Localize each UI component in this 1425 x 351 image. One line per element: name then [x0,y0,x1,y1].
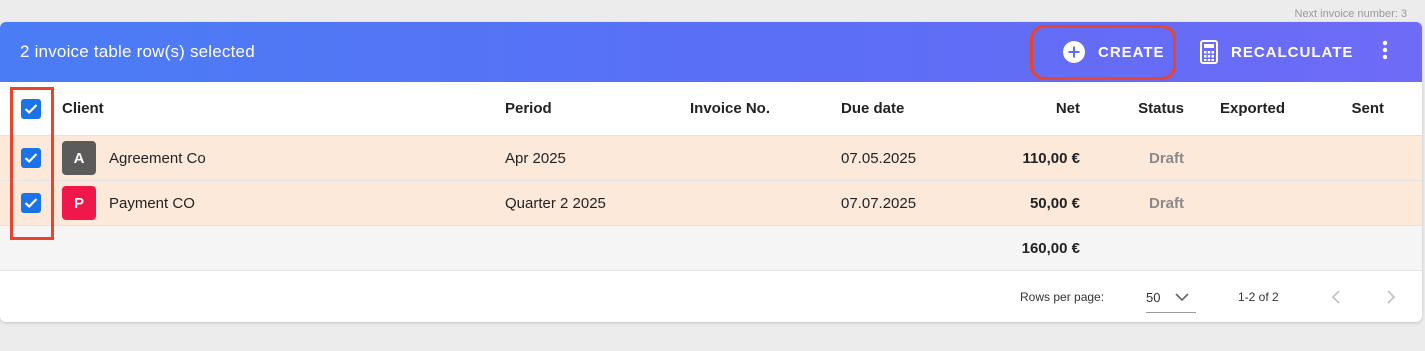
next-page-button[interactable] [1378,284,1404,310]
selection-count-text: 2 invoice table row(s) selected [20,42,255,61]
chevron-left-icon [1331,290,1340,304]
chevron-down-icon [1174,289,1190,308]
invoice-table-card: 2 invoice table row(s) selected CREATE R… [0,22,1422,322]
more-options-button[interactable] [1375,34,1395,70]
plus-circle-icon [1062,40,1086,64]
status-cell: Draft [1148,149,1184,167]
check-icon [24,153,38,164]
client-cell: A Agreement Co [62,136,206,180]
column-header-client[interactable]: Client [62,82,104,135]
pagination-footer: Rows per page: 50 1-2 of 2 [0,271,1422,322]
create-button-label: CREATE [1098,43,1165,61]
column-header-invoice-no[interactable]: Invoice No. [690,82,770,135]
total-net-cell: 160,00 € [1021,239,1080,257]
recalculate-button-label: RECALCULATE [1231,43,1354,61]
next-invoice-number: Next invoice number: 3 [1294,8,1408,20]
create-button[interactable]: CREATE [1062,34,1165,70]
client-avatar: A [62,141,96,175]
rows-per-page-label: Rows per page: [1020,290,1105,304]
sent-cell [1320,181,1384,225]
column-header-exported[interactable]: Exported [1220,82,1285,135]
selection-toolbar: 2 invoice table row(s) selected CREATE R… [0,22,1422,82]
pagination-range: 1-2 of 2 [1238,290,1279,304]
status-cell: Draft [1148,194,1184,212]
sent-cell [1320,136,1384,180]
column-header-period[interactable]: Period [505,82,552,135]
table-row[interactable]: A Agreement Co Apr 2025 07.05.2025 110,0… [0,136,1422,181]
row-checkbox[interactable] [21,148,41,168]
check-icon [24,104,38,115]
table-row[interactable]: P Payment CO Quarter 2 2025 07.07.2025 5… [0,181,1422,226]
previous-page-button[interactable] [1323,284,1349,310]
period-cell: Quarter 2 2025 [505,194,606,212]
client-cell: P Payment CO [62,181,195,225]
net-cell: 50,00 € [1029,194,1080,212]
calculator-icon [1199,40,1219,64]
select-all-checkbox[interactable] [21,99,41,119]
column-header-due-date[interactable]: Due date [841,82,904,135]
client-avatar: P [62,186,96,220]
period-cell: Apr 2025 [505,149,566,167]
row-checkbox[interactable] [21,193,41,213]
table-total-row: 160,00 € [0,226,1422,271]
column-header-net[interactable]: Net [960,82,1080,135]
check-icon [24,198,38,209]
due-date-cell: 07.07.2025 [841,194,917,212]
rows-per-page-value: 50 [1146,290,1161,305]
client-name: Agreement Co [109,149,206,167]
due-date-cell: 07.05.2025 [841,149,917,167]
table-header-row: Client Period Invoice No. Due date Net S… [0,82,1422,136]
recalculate-button[interactable]: RECALCULATE [1199,34,1353,70]
column-header-status[interactable]: Status [1120,82,1184,135]
net-cell: 110,00 € [1022,149,1080,167]
client-name: Payment CO [109,194,195,212]
chevron-right-icon [1387,290,1396,304]
more-vert-icon [1382,40,1388,64]
column-header-sent[interactable]: Sent [1320,82,1384,135]
rows-per-page-select[interactable]: 50 [1146,281,1196,313]
